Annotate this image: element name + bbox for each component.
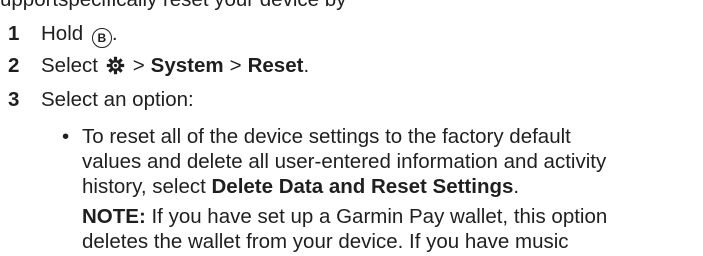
note-label: NOTE: xyxy=(82,205,146,228)
step-2: 2 Select > System > Reset. xyxy=(8,53,309,81)
option-description: To reset all of the device settings to t… xyxy=(82,124,692,254)
step-text: Hold xyxy=(41,22,84,45)
menu-item-reset: Reset xyxy=(247,54,304,77)
note-line: deletes the wallet from your device. If … xyxy=(82,230,569,253)
option-line: values and delete all user-entered infor… xyxy=(82,150,607,173)
cut-off-intro-text: upportspecifically reset your device by xyxy=(0,0,346,12)
step-text: Select an option: xyxy=(41,88,194,111)
bullet-marker: • xyxy=(62,125,70,148)
menu-separator: > xyxy=(229,54,242,77)
option-line: To reset all of the device settings to t… xyxy=(82,125,571,148)
menu-item-system: System xyxy=(150,54,224,77)
menu-separator: > xyxy=(132,54,145,77)
step-3: 3 Select an option: xyxy=(8,87,194,112)
note-paragraph: NOTE: If you have set up a Garmin Pay wa… xyxy=(82,205,608,228)
b-button-icon: B xyxy=(91,28,112,48)
step-text: Select xyxy=(41,54,98,77)
step-number: 1 xyxy=(8,22,20,45)
manual-page: upportspecifically reset your device by … xyxy=(0,0,703,256)
option-list-item: • To reset all of the device settings to… xyxy=(62,124,692,254)
step-1: 1 Hold B. xyxy=(8,21,118,48)
gear-icon xyxy=(106,56,125,81)
step-number: 2 xyxy=(8,54,20,77)
step-number: 3 xyxy=(8,88,20,111)
option-name: Delete Data and Reset Settings xyxy=(211,175,514,198)
option-line: history, select Delete Data and Reset Se… xyxy=(82,175,520,198)
